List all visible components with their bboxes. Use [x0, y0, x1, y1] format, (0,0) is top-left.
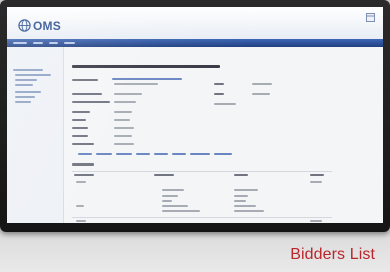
nav-bar [7, 39, 383, 47]
subsection-title [72, 163, 94, 166]
table-cell [234, 210, 264, 212]
action-link[interactable] [136, 153, 150, 155]
nav-item[interactable] [13, 42, 27, 44]
field-label [72, 143, 94, 145]
field-label [72, 119, 86, 121]
sidebar-item[interactable] [13, 69, 43, 71]
sidebar-item[interactable] [15, 74, 51, 76]
field-value[interactable] [112, 78, 182, 80]
field-label [72, 79, 98, 81]
field-value [114, 127, 134, 129]
field-value [252, 93, 270, 95]
window-icon[interactable] [366, 13, 375, 22]
action-link[interactable] [96, 153, 112, 155]
field-value [114, 101, 136, 103]
field-label [72, 111, 90, 113]
main-content [64, 47, 383, 223]
field-value [114, 93, 142, 95]
field-value [114, 135, 132, 137]
field-label [72, 127, 88, 129]
action-link[interactable] [116, 153, 132, 155]
field-label [72, 135, 88, 137]
action-link[interactable] [78, 153, 92, 155]
table-cell [310, 181, 322, 183]
table-cell [162, 200, 172, 202]
field-value [114, 143, 134, 145]
field-value [214, 103, 236, 105]
table-cell [76, 181, 86, 183]
field-label [72, 93, 102, 95]
table-header-cell [154, 174, 174, 176]
field-value [114, 83, 158, 85]
table-header-cell [310, 174, 324, 176]
sidebar-item[interactable] [15, 84, 33, 86]
app-screen: OMS [7, 7, 383, 223]
table-cell [234, 195, 248, 197]
sidebar [7, 47, 64, 223]
table-header-divider [72, 171, 332, 172]
table-cell [234, 189, 258, 191]
nav-item[interactable] [64, 42, 75, 44]
table-cell [162, 210, 200, 212]
app-title: OMS [33, 19, 61, 33]
table-cell [234, 205, 256, 207]
caption-text: Bidders List [290, 246, 375, 263]
sidebar-item[interactable] [15, 91, 41, 93]
field-value [114, 111, 132, 113]
table-cell [76, 205, 84, 207]
sidebar-item[interactable] [15, 79, 37, 81]
nav-item[interactable] [49, 42, 58, 44]
table-cell [76, 220, 86, 222]
field-label [214, 93, 224, 95]
sidebar-item[interactable] [15, 96, 35, 98]
action-link[interactable] [154, 153, 168, 155]
table-cell [162, 205, 188, 207]
table-header-cell [234, 174, 248, 176]
field-label [72, 101, 110, 103]
table-footer-divider [72, 217, 332, 218]
monitor-frame: OMS [0, 0, 390, 232]
action-link[interactable] [172, 153, 186, 155]
section-title [72, 65, 220, 68]
action-link[interactable] [214, 153, 232, 155]
app-header: OMS [7, 7, 383, 39]
table-cell [162, 189, 184, 191]
field-label [214, 83, 224, 85]
table-cell [162, 195, 178, 197]
field-value [252, 83, 272, 85]
table-header-cell [74, 174, 94, 176]
nav-item[interactable] [33, 42, 43, 44]
sidebar-item[interactable] [15, 101, 31, 103]
field-value [114, 119, 130, 121]
globe-icon [18, 19, 31, 32]
action-link[interactable] [190, 153, 210, 155]
table-cell [310, 220, 322, 222]
table-cell [234, 200, 246, 202]
